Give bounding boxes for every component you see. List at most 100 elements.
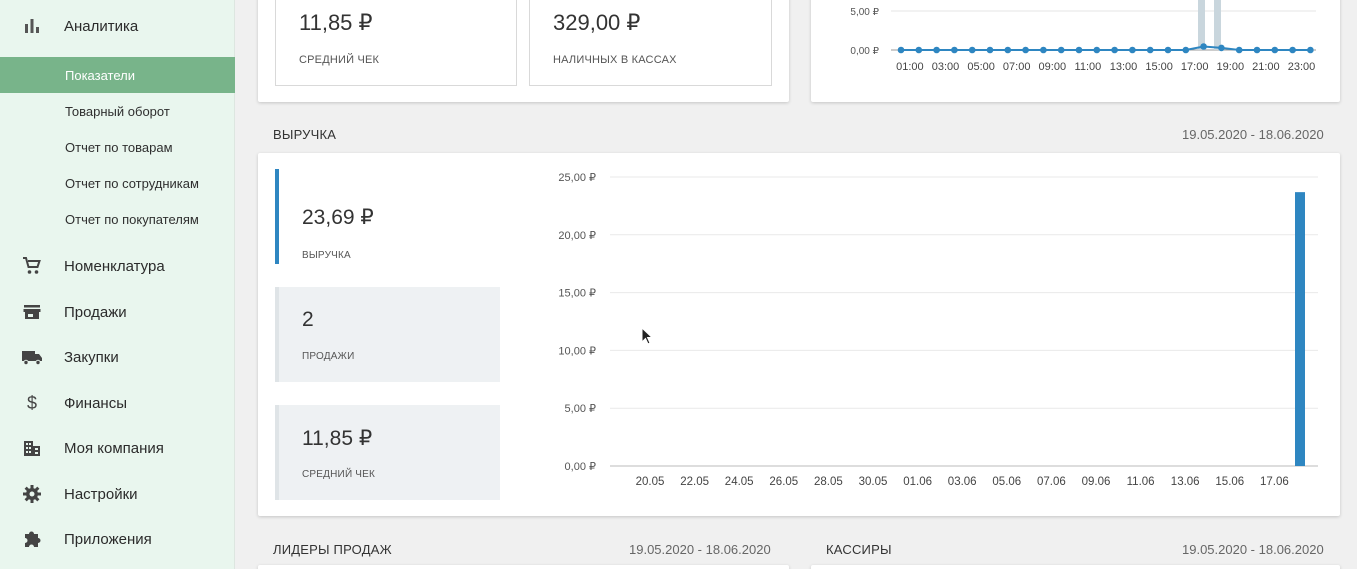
hourly-point bbox=[1004, 46, 1012, 54]
sidebar-subitem-employees-report[interactable]: Отчет по сотрудникам bbox=[0, 165, 235, 201]
revenue-y-tick: 0,00 ₽ bbox=[565, 461, 596, 473]
sidebar-subitem-customers-report[interactable]: Отчет по покупателям bbox=[0, 201, 235, 237]
summary-card: 11,85 ₽ СРЕДНИЙ ЧЕК 329,00 ₽ НАЛИЧНЫХ В … bbox=[258, 0, 789, 102]
dollar-icon: $ bbox=[21, 392, 43, 414]
avg-check-label: СРЕДНИЙ ЧЕК bbox=[299, 54, 380, 66]
sidebar-item-label: Закупки bbox=[64, 348, 119, 366]
revenue-x-tick: 07.06 bbox=[1037, 476, 1066, 488]
revenue-title: ВЫРУЧКА bbox=[273, 127, 337, 142]
revenue-x-tick: 01.06 bbox=[903, 476, 932, 488]
hourly-point bbox=[1218, 44, 1225, 52]
avg-check-stat-tile[interactable]: 11,85 ₽ СРЕДНИЙ ЧЕК bbox=[275, 405, 500, 500]
hourly-point bbox=[986, 46, 994, 54]
sidebar-subitem-turnover[interactable]: Товарный оборот bbox=[0, 93, 235, 129]
revenue-x-tick: 15.06 bbox=[1215, 476, 1244, 488]
sidebar-item-nomenclature[interactable]: Номенклатура bbox=[0, 248, 235, 284]
sidebar-subitem-indicators[interactable]: Показатели bbox=[0, 57, 235, 93]
truck-icon bbox=[21, 346, 43, 368]
hourly-x-tick: 17:00 bbox=[1181, 61, 1209, 73]
avg-check-stat-label: СРЕДНИЙ ЧЕК bbox=[302, 469, 376, 480]
leaders-card bbox=[258, 565, 789, 569]
sidebar-subitem-goods-report[interactable]: Отчет по товарам bbox=[0, 129, 235, 165]
hourly-point bbox=[1164, 46, 1172, 54]
building-icon bbox=[21, 437, 43, 459]
revenue-x-tick: 22.05 bbox=[680, 476, 709, 488]
sales-count-value: 2 bbox=[302, 308, 314, 331]
hourly-x-tick: 23:00 bbox=[1288, 61, 1316, 73]
revenue-x-tick: 05.06 bbox=[992, 476, 1021, 488]
revenue-y-tick: 5,00 ₽ bbox=[565, 403, 596, 415]
revenue-x-tick: 20.05 bbox=[636, 476, 665, 488]
sidebar-item-label: Финансы bbox=[64, 394, 127, 412]
hourly-point bbox=[915, 46, 923, 54]
revenue-grid bbox=[610, 176, 1318, 467]
hourly-x-tick: 21:00 bbox=[1252, 61, 1280, 73]
hourly-point bbox=[897, 46, 905, 54]
main-content: 11,85 ₽ СРЕДНИЙ ЧЕК 329,00 ₽ НАЛИЧНЫХ В … bbox=[236, 0, 1357, 569]
mouse-cursor-icon bbox=[641, 327, 654, 345]
cash-tile: 329,00 ₽ НАЛИЧНЫХ В КАССАХ bbox=[529, 0, 772, 86]
hourly-x-tick: 05:00 bbox=[967, 61, 995, 73]
revenue-card: 23,69 ₽ ВЫРУЧКА 2 ПРОДАЖИ 11,85 ₽ СРЕДНИ… bbox=[258, 153, 1340, 516]
revenue-y-tick: 20,00 ₽ bbox=[558, 230, 596, 242]
sidebar-item-label: Приложения bbox=[64, 530, 152, 548]
sidebar-item-purchases[interactable]: Закупки bbox=[0, 339, 235, 375]
hourly-point bbox=[933, 46, 940, 54]
hourly-x-tick: 09:00 bbox=[1039, 61, 1067, 73]
hourly-point bbox=[1057, 46, 1065, 54]
hourly-point bbox=[1182, 46, 1190, 54]
avg-check-tile: 11,85 ₽ СРЕДНИЙ ЧЕК bbox=[275, 0, 517, 86]
sales-count-tile[interactable]: 2 ПРОДАЖИ bbox=[275, 287, 500, 382]
revenue-x-tick: 09.06 bbox=[1082, 476, 1111, 488]
hourly-highlight-bar bbox=[1214, 0, 1221, 50]
revenue-x-tick: 30.05 bbox=[859, 476, 888, 488]
gear-icon bbox=[21, 483, 43, 505]
revenue-y-tick: 15,00 ₽ bbox=[558, 288, 596, 300]
sidebar-item-apps[interactable]: Приложения bbox=[0, 521, 235, 557]
hourly-y-tick: 5,00 ₽ bbox=[850, 7, 879, 18]
hourly-x-tick: 13:00 bbox=[1110, 61, 1138, 73]
revenue-y-tick: 25,00 ₽ bbox=[558, 172, 596, 184]
revenue-x-tick: 11.06 bbox=[1127, 476, 1155, 488]
leaders-title: ЛИДЕРЫ ПРОДАЖ bbox=[273, 542, 392, 557]
sidebar-item-label: Номенклатура bbox=[64, 257, 165, 275]
revenue-label: ВЫРУЧКА bbox=[302, 250, 351, 261]
sidebar-item-my-company[interactable]: Моя компания bbox=[0, 430, 235, 466]
sidebar-item-label: Моя компания bbox=[64, 439, 164, 457]
hourly-line bbox=[901, 45, 1311, 51]
cash-label: НАЛИЧНЫХ В КАССАХ bbox=[553, 54, 677, 66]
sidebar-item-label: Продажи bbox=[64, 303, 127, 321]
hourly-x-tick: 03:00 bbox=[932, 61, 960, 73]
revenue-date-range[interactable]: 19.05.2020 - 18.06.2020 bbox=[1182, 127, 1324, 142]
puzzle-icon bbox=[21, 528, 43, 550]
hourly-point bbox=[951, 46, 958, 54]
hourly-highlight-bar bbox=[1198, 0, 1205, 50]
hourly-point bbox=[1022, 46, 1029, 54]
revenue-bars bbox=[1295, 192, 1305, 466]
cashiers-title: КАССИРЫ bbox=[826, 542, 892, 557]
sidebar-item-analytics[interactable]: Аналитика bbox=[0, 8, 235, 44]
revenue-x-tick: 24.05 bbox=[725, 476, 754, 488]
hourly-chart-card: 5,00 ₽ 0,00 ₽ 01:00 03:00 05:00 07:00 09:00 1… bbox=[811, 0, 1340, 102]
cashiers-date-range[interactable]: 19.05.2020 - 18.06.2020 bbox=[1182, 542, 1324, 557]
hourly-point bbox=[1111, 46, 1118, 54]
avg-check-value: 11,85 ₽ bbox=[299, 10, 373, 35]
sidebar-item-sales[interactable]: Продажи bbox=[0, 294, 235, 330]
avg-check-stat-value: 11,85 ₽ bbox=[302, 427, 373, 450]
hourly-point bbox=[1271, 46, 1279, 54]
revenue-x-tick: 17.06 bbox=[1260, 476, 1289, 488]
hourly-y-tick: 0,00 ₽ bbox=[850, 46, 879, 57]
sidebar-item-finance[interactable]: $ Финансы bbox=[0, 385, 235, 421]
hourly-point bbox=[968, 46, 976, 54]
hourly-x-axis: 01:00 03:00 05:00 07:00 09:00 11:00 13:00 15:00… bbox=[896, 61, 1315, 73]
hourly-point bbox=[1129, 46, 1136, 54]
leaders-date-range[interactable]: 19.05.2020 - 18.06.2020 bbox=[629, 542, 771, 557]
revenue-stat-tile[interactable]: 23,69 ₽ ВЫРУЧКА bbox=[275, 169, 500, 264]
cart-icon bbox=[21, 255, 43, 277]
hourly-x-tick: 11:00 bbox=[1075, 61, 1102, 73]
revenue-y-axis: 0,00 ₽ 5,00 ₽ 10,00 ₽ 15,00 ₽ 20,00 ₽ 25,00 ₽ bbox=[558, 172, 596, 473]
hourly-point bbox=[1200, 43, 1207, 50]
hourly-x-tick: 19:00 bbox=[1217, 61, 1245, 73]
revenue-x-tick: 03.06 bbox=[948, 476, 977, 488]
sidebar-item-settings[interactable]: Настройки bbox=[0, 476, 235, 512]
